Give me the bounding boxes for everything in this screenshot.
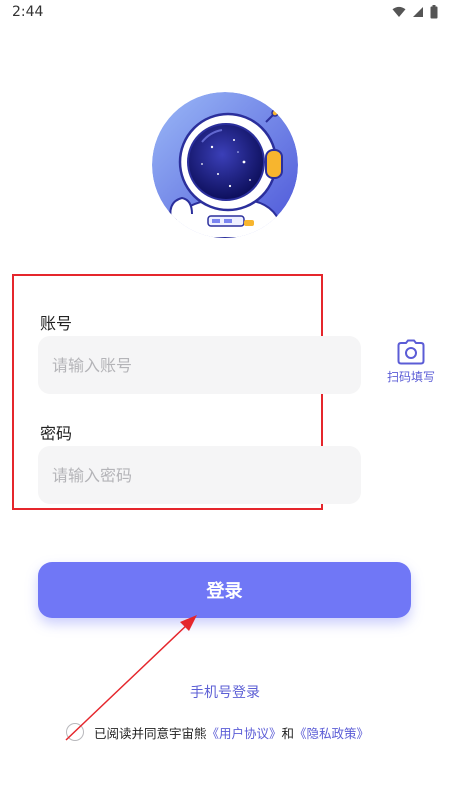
privacy-policy-link[interactable]: 《隐私政策》 xyxy=(294,723,369,742)
battery-icon xyxy=(430,5,438,19)
status-icons xyxy=(392,5,438,19)
password-input[interactable] xyxy=(38,446,361,504)
scan-fill-label: 扫码填写 xyxy=(386,370,435,384)
password-label: 密码 xyxy=(40,424,73,443)
wifi-icon xyxy=(392,6,406,17)
signal-icon xyxy=(413,7,423,17)
account-label: 账号 xyxy=(40,314,73,333)
agreement-conjunction: 和 xyxy=(281,725,295,741)
agreement-prefix: 已阅读并同意宇宙熊 xyxy=(94,725,207,741)
camera-icon xyxy=(397,339,425,365)
agreement-row: 已阅读并同意宇宙熊 《用户协议》 和 《隐私政策》 xyxy=(66,720,369,744)
agreement-checkbox[interactable] xyxy=(66,723,84,741)
status-bar: 2:44 xyxy=(0,0,450,26)
astronaut-avatar xyxy=(152,92,298,238)
login-button[interactable]: 登录 xyxy=(38,562,411,618)
scan-fill-button[interactable]: 扫码填写 xyxy=(383,339,439,389)
phone-login-link[interactable]: 手机号登录 xyxy=(0,682,450,702)
status-time: 2:44 xyxy=(12,4,44,20)
account-input[interactable] xyxy=(38,336,361,394)
user-agreement-link[interactable]: 《用户协议》 xyxy=(207,723,282,742)
